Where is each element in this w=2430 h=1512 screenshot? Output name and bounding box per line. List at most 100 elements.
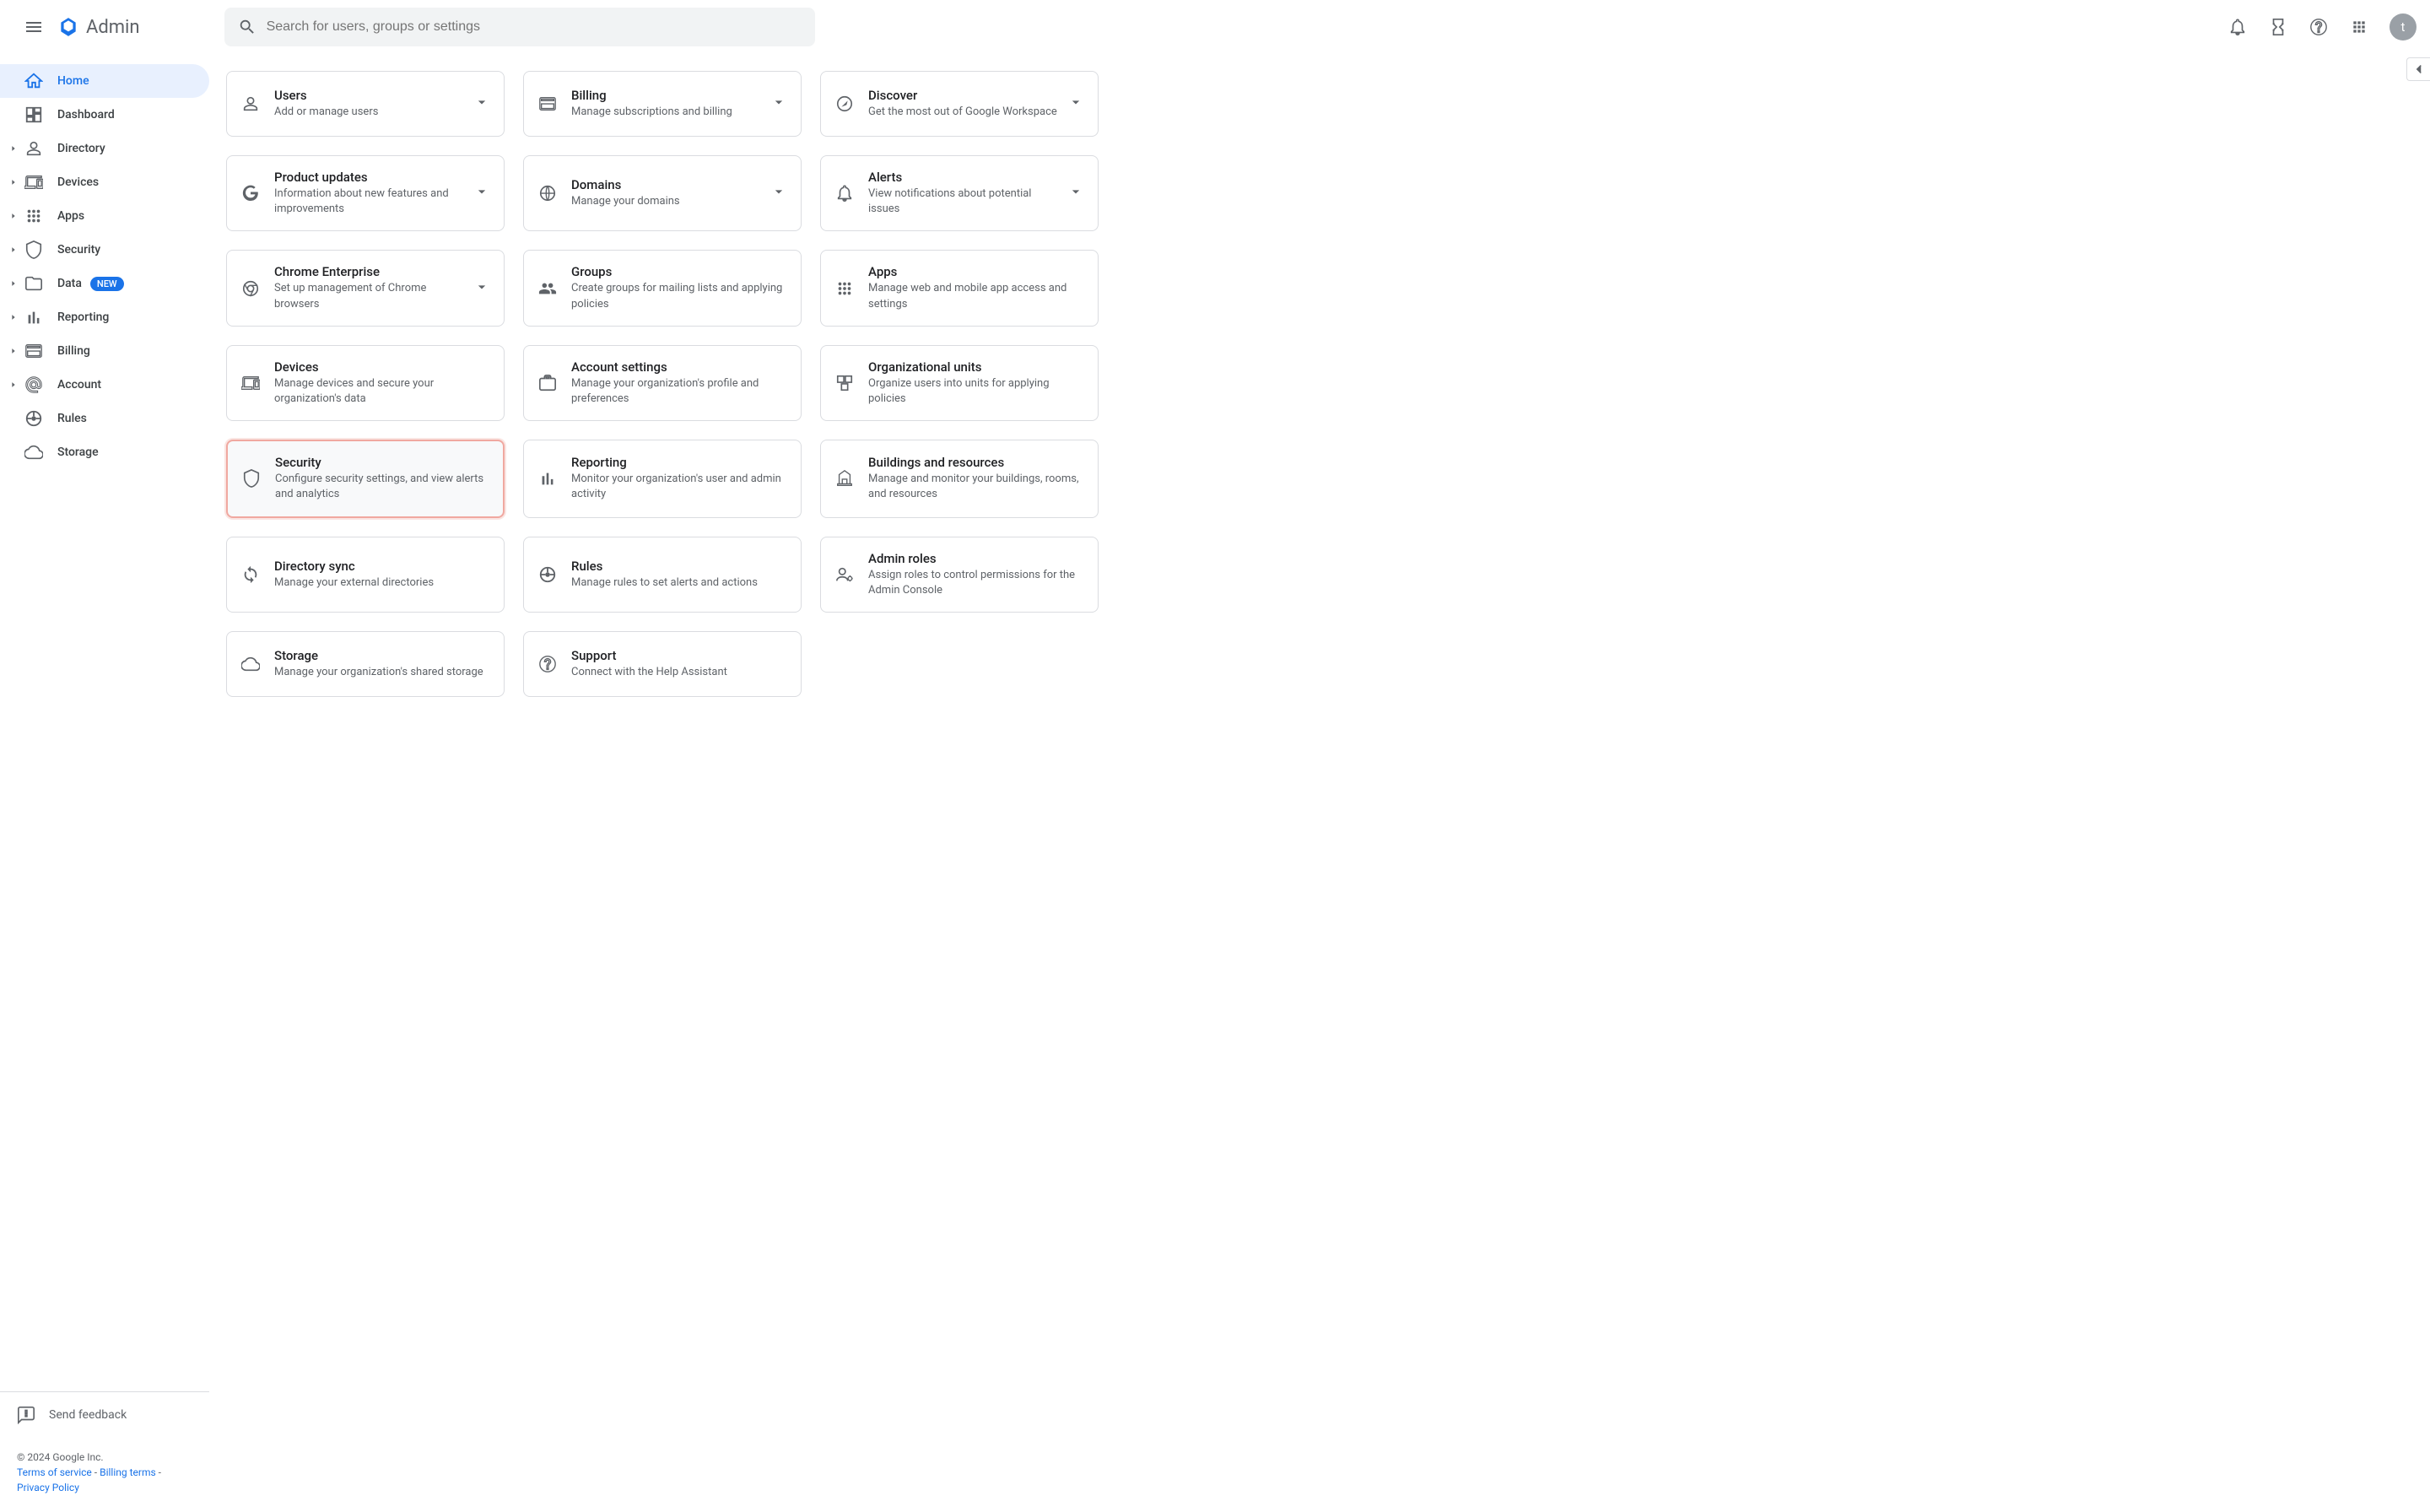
card-account-settings[interactable]: Account settings Manage your organizatio… (523, 345, 802, 421)
apps-button[interactable] (2342, 10, 2376, 44)
help-icon (537, 654, 558, 674)
cloud-icon (24, 442, 44, 462)
card-title: Support (571, 648, 787, 663)
help-button[interactable] (2302, 10, 2336, 44)
sidebar-item-account[interactable]: Account (0, 368, 209, 402)
expand-icon (7, 347, 20, 355)
footer-text: © 2024 Google Inc. Terms of service - Bi… (17, 1450, 192, 1495)
chevron-down-icon (770, 183, 787, 203)
sidebar-item-data[interactable]: Data NEW (0, 267, 209, 300)
card-users[interactable]: Users Add or manage users (226, 71, 505, 137)
card-title: Organizational units (868, 359, 1084, 375)
bell-icon (834, 183, 855, 203)
sidebar-item-label: Account (57, 378, 101, 392)
sidebar-item-label: Dashboard (57, 108, 115, 122)
card-domains[interactable]: Domains Manage your domains (523, 155, 802, 231)
account-avatar[interactable]: t (2390, 14, 2416, 40)
card-title: Discover (868, 88, 1061, 103)
steering-icon (24, 408, 44, 429)
card-description: Manage web and mobile app access and set… (868, 281, 1084, 311)
briefcase-icon (537, 373, 558, 393)
card-directory-sync[interactable]: Directory sync Manage your external dire… (226, 537, 505, 613)
person-icon (240, 94, 261, 114)
sidebar-item-reporting[interactable]: Reporting (0, 300, 209, 334)
card-title: Rules (571, 559, 787, 574)
card-description: Create groups for mailing lists and appl… (571, 281, 787, 311)
card-title: Domains (571, 177, 764, 192)
card-description: Monitor your organization's user and adm… (571, 472, 787, 502)
send-feedback-button[interactable]: Send feedback (17, 1406, 192, 1424)
search-bar[interactable] (224, 8, 815, 46)
header: Admin t (0, 0, 2430, 54)
card-admin-roles[interactable]: Admin roles Assign roles to control perm… (820, 537, 1099, 613)
card-groups[interactable]: Groups Create groups for mailing lists a… (523, 250, 802, 326)
tasks-button[interactable] (2261, 10, 2295, 44)
card-title: Chrome Enterprise (274, 264, 467, 279)
chevron-down-icon (473, 278, 490, 299)
card-title: Product updates (274, 170, 467, 185)
compass-icon (834, 94, 855, 114)
expand-icon (7, 313, 20, 321)
card-storage[interactable]: Storage Manage your organization's share… (226, 631, 505, 697)
card-description: View notifications about potential issue… (868, 186, 1061, 217)
sidebar-item-apps[interactable]: Apps (0, 199, 209, 233)
terms-link[interactable]: Terms of service (17, 1466, 92, 1478)
sidebar-item-label: Rules (57, 412, 87, 425)
groups-icon (537, 278, 558, 299)
billing-terms-link[interactable]: Billing terms (100, 1466, 156, 1478)
sidebar-item-rules[interactable]: Rules (0, 402, 209, 435)
card-description: Manage subscriptions and billing (571, 105, 764, 120)
notifications-button[interactable] (2221, 10, 2254, 44)
card-product-updates[interactable]: Product updates Information about new fe… (226, 155, 505, 231)
sidebar-item-home[interactable]: Home (0, 64, 209, 98)
card-organizational-units[interactable]: Organizational units Organize users into… (820, 345, 1099, 421)
collapse-panel-button[interactable] (2406, 57, 2430, 81)
card-devices[interactable]: Devices Manage devices and secure your o… (226, 345, 505, 421)
card-chrome-enterprise[interactable]: Chrome Enterprise Set up management of C… (226, 250, 505, 326)
sidebar-item-security[interactable]: Security (0, 233, 209, 267)
brand[interactable]: Admin (57, 16, 140, 38)
sidebar-item-devices[interactable]: Devices (0, 165, 209, 199)
card-alerts[interactable]: Alerts View notifications about potentia… (820, 155, 1099, 231)
card-description: Assign roles to control permissions for … (868, 568, 1084, 598)
card-title: Directory sync (274, 559, 490, 574)
card-rules[interactable]: Rules Manage rules to set alerts and act… (523, 537, 802, 613)
card-apps[interactable]: Apps Manage web and mobile app access an… (820, 250, 1099, 326)
card-reporting[interactable]: Reporting Monitor your organization's us… (523, 440, 802, 517)
sidebar-item-billing[interactable]: Billing (0, 334, 209, 368)
shield-icon (241, 468, 262, 489)
card-security[interactable]: Security Configure security settings, an… (226, 440, 505, 517)
card-description: Manage your organization's shared storag… (274, 665, 490, 680)
at-icon (24, 375, 44, 395)
sidebar-item-dashboard[interactable]: Dashboard (0, 98, 209, 132)
card-billing[interactable]: Billing Manage subscriptions and billing (523, 71, 802, 137)
main-menu-button[interactable] (14, 7, 54, 47)
search-input[interactable] (267, 19, 802, 35)
sidebar-item-label: Home (57, 74, 89, 88)
card-title: Apps (868, 264, 1084, 279)
chrome-icon (240, 278, 261, 299)
folder-icon (24, 273, 44, 294)
google-icon (240, 183, 261, 203)
expand-icon (7, 212, 20, 220)
admin-logo-icon (57, 16, 79, 38)
card-description: Organize users into units for applying p… (868, 376, 1084, 407)
card-discover[interactable]: Discover Get the most out of Google Work… (820, 71, 1099, 137)
privacy-link[interactable]: Privacy Policy (17, 1482, 79, 1493)
card-icon (537, 94, 558, 114)
card-description: Manage devices and secure your organizat… (274, 376, 490, 407)
admin-icon (834, 564, 855, 585)
devices-icon (240, 373, 261, 393)
sidebar-item-storage[interactable]: Storage (0, 435, 209, 469)
card-buildings-and-resources[interactable]: Buildings and resources Manage and monit… (820, 440, 1099, 517)
apps-icon (834, 278, 855, 299)
sidebar-item-directory[interactable]: Directory (0, 132, 209, 165)
home-icon (24, 71, 44, 91)
card-icon (24, 341, 44, 361)
card-description: Manage your external directories (274, 575, 490, 591)
dashboard-icon (24, 105, 44, 125)
sidebar-item-label: Billing (57, 344, 90, 358)
expand-icon (7, 279, 20, 288)
sidebar-item-label: Reporting (57, 310, 109, 324)
card-support[interactable]: Support Connect with the Help Assistant (523, 631, 802, 697)
